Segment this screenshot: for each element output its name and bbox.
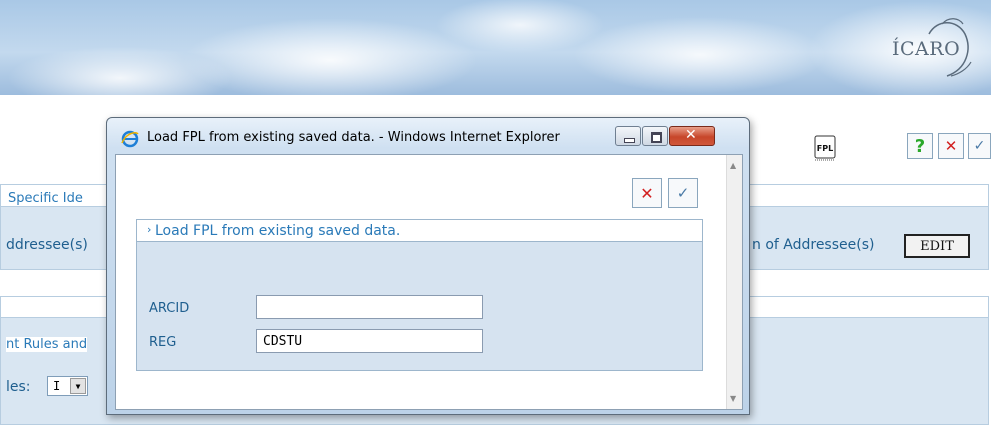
section-title-specific-ide: Specific Ide	[8, 191, 83, 206]
rules-label: les:	[6, 379, 31, 395]
check-icon: ✓	[973, 138, 986, 154]
arcid-label: ARCID	[149, 301, 190, 316]
popup-cancel-button[interactable]: ✕	[632, 178, 662, 208]
form-header: › Load FPL from existing saved data.	[137, 220, 702, 242]
load-fpl-popup-window: Load FPL from existing saved data. - Win…	[106, 117, 750, 415]
addressees-label: ddressee(s)	[6, 237, 88, 253]
scroll-down-icon[interactable]: ▼	[730, 394, 736, 403]
confirm-button[interactable]: ✓	[968, 133, 991, 159]
check-icon: ✓	[676, 184, 690, 202]
close-button[interactable]: ✕	[938, 133, 964, 159]
fpl-icon[interactable]: FPL	[812, 135, 838, 162]
addressees-right-label: n of Addressee(s)	[752, 237, 875, 253]
flight-rules-value: I	[53, 379, 61, 393]
internet-explorer-icon	[121, 130, 139, 148]
maximize-icon	[651, 132, 662, 143]
popup-content-area: ▲ ▼ ✕ ✓ › Load FPL from existing saved d…	[115, 154, 743, 410]
load-fpl-form: › Load FPL from existing saved data. ARC…	[136, 219, 703, 371]
reg-label: REG	[149, 335, 177, 350]
window-close-icon: ✕	[685, 127, 697, 143]
logo-text: ÍCARO	[892, 38, 961, 60]
popup-window-title: Load FPL from existing saved data. - Win…	[147, 130, 560, 145]
vertical-scrollbar[interactable]: ▲ ▼	[726, 155, 742, 409]
scroll-up-icon[interactable]: ▲	[730, 161, 736, 170]
minimize-button[interactable]	[615, 126, 641, 146]
header-banner	[0, 0, 991, 95]
arcid-input[interactable]	[256, 295, 483, 319]
help-button[interactable]: ?	[907, 133, 933, 159]
close-icon: ✕	[640, 183, 654, 203]
chevron-right-icon: ›	[147, 223, 152, 236]
help-icon: ?	[914, 135, 926, 157]
flight-rules-select[interactable]: I ▼	[47, 376, 88, 396]
minimize-icon	[624, 138, 635, 143]
reg-input[interactable]	[256, 329, 483, 353]
fpl-icon-text: FPL	[817, 144, 833, 153]
form-title: Load FPL from existing saved data.	[155, 223, 401, 239]
maximize-button[interactable]	[642, 126, 668, 146]
chevron-down-icon[interactable]: ▼	[70, 378, 86, 394]
edit-button[interactable]: EDIT	[904, 234, 970, 258]
section-title-rules: nt Rules and	[6, 337, 88, 352]
popup-confirm-button[interactable]: ✓	[668, 178, 698, 208]
close-icon: ✕	[944, 137, 958, 155]
window-close-button[interactable]: ✕	[669, 126, 715, 146]
